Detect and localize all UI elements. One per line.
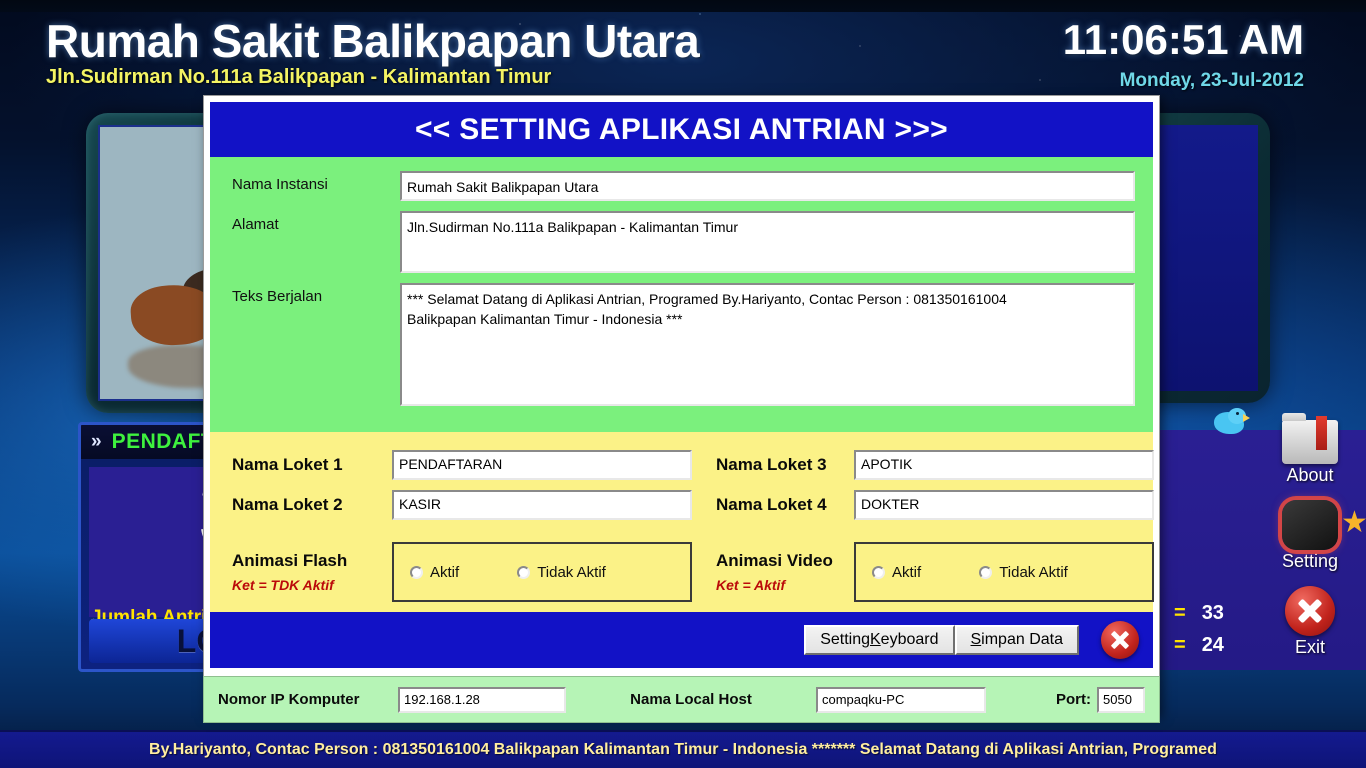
setting-keyboard-pre: Setting <box>820 631 870 648</box>
label-animasi-video: Animasi Video <box>716 551 833 570</box>
label-alamat: Alamat <box>232 216 279 233</box>
field-row-teks-berjalan: Teks Berjalan *** Selamat Datang di Apli… <box>232 283 1135 406</box>
exit-icon <box>1285 586 1335 636</box>
organization-address: Jln.Sudirman No.111a Balikpapan - Kalima… <box>46 66 552 88</box>
input-alamat[interactable]: Jln.Sudirman No.111a Balikpapan - Kalima… <box>400 211 1135 273</box>
right-stat-waiting: = 24 <box>1174 634 1224 657</box>
chevron-right-icon: » <box>91 431 102 452</box>
dialog-title-bar: << SETTING APLIKASI ANTRIAN >>> <box>210 102 1153 157</box>
dock-item-exit[interactable]: Exit <box>1264 586 1356 658</box>
setting-icon: ★ <box>1282 500 1366 550</box>
radio-indicator <box>872 565 885 579</box>
radio-label: Tidak Aktif <box>537 563 606 581</box>
label-teks-berjalan: Teks Berjalan <box>232 288 323 305</box>
settings-dialog: << SETTING APLIKASI ANTRIAN >>> Nama Ins… <box>203 95 1160 715</box>
label-nama-loket-1: Nama Loket 1 <box>232 455 343 474</box>
marquee-text: By.Hariyanto, Contac Person : 0813501610… <box>149 741 1217 758</box>
animasi-video-labels: Animasi Video Ket = Aktif <box>692 551 854 593</box>
input-port[interactable]: 5050 <box>1097 686 1145 713</box>
setting-keyboard-accel: K <box>870 631 881 648</box>
dialog-section-identity: Nama Instansi Rumah Sakit Balikpapan Uta… <box>210 157 1153 432</box>
radio-label: Aktif <box>892 563 922 581</box>
label-nomor-ip: Nomor IP Komputer <box>218 691 360 708</box>
radio-animasi-flash-aktif[interactable]: Aktif <box>410 564 459 581</box>
folder-icon <box>1282 413 1338 464</box>
input-nama-loket-1[interactable]: PENDAFTARAN <box>392 450 692 480</box>
dock-label-exit: Exit <box>1294 637 1325 657</box>
dock-label-setting: Setting <box>1281 551 1339 571</box>
simpan-data-accel: S <box>970 631 982 648</box>
icon-dock: About ★ Setting Exit <box>1264 413 1366 672</box>
dock-item-setting[interactable]: ★ Setting <box>1264 500 1366 572</box>
input-nama-loket-4[interactable]: DOKTER <box>854 490 1154 520</box>
simpan-data-button[interactable]: Simpan Data <box>954 625 1079 655</box>
loket-grid: Nama Loket 1 PENDAFTARAN Nama Loket 3 AP… <box>232 450 1154 520</box>
application-window: Rumah Sakit Balikpapan Utara Jln.Sudirma… <box>0 0 1366 768</box>
radio-animasi-video-aktif[interactable]: Aktif <box>872 564 921 581</box>
label-nama-local-host: Nama Local Host <box>630 691 752 708</box>
label-nama-loket-3: Nama Loket 3 <box>716 455 827 474</box>
marquee-banner: By.Hariyanto, Contac Person : 0813501610… <box>0 730 1366 768</box>
input-nama-instansi[interactable]: Rumah Sakit Balikpapan Utara <box>400 171 1135 201</box>
setting-keyboard-button[interactable]: Setting Keyboard <box>804 625 955 655</box>
field-row-nama-instansi: Nama Instansi Rumah Sakit Balikpapan Uta… <box>232 171 1135 201</box>
app-header: Rumah Sakit Balikpapan Utara Jln.Sudirma… <box>0 8 1366 94</box>
label-nama-loket-2: Nama Loket 2 <box>232 495 343 514</box>
clock-date: Monday, 23-Jul-2012 <box>1119 70 1304 91</box>
radio-indicator <box>979 565 993 579</box>
close-icon[interactable] <box>1101 621 1139 659</box>
radio-animasi-video-tidak-aktif[interactable]: Tidak Aktif <box>979 564 1068 581</box>
label-nama-instansi: Nama Instansi <box>232 176 328 193</box>
ket-animasi-video: Ket = Aktif <box>716 577 786 593</box>
clock-time: 11:06:51 AM <box>1062 16 1304 63</box>
label-nama-loket-4: Nama Loket 4 <box>716 495 827 514</box>
input-nama-local-host[interactable]: compaqku-PC <box>816 686 986 713</box>
radio-label: Aktif <box>430 563 460 581</box>
right-stat-waiting-eq: = <box>1174 634 1186 656</box>
radio-group-animasi-video: Aktif Tidak Aktif <box>854 542 1154 602</box>
radio-group-animasi-flash: Aktif Tidak Aktif <box>392 542 692 602</box>
right-stat-total-eq: = <box>1174 602 1186 624</box>
dialog-title: << SETTING APLIKASI ANTRIAN >>> <box>414 112 948 146</box>
organization-title: Rumah Sakit Balikpapan Utara <box>46 15 700 67</box>
bird-icon <box>1210 408 1250 438</box>
input-nomor-ip[interactable]: 192.168.1.28 <box>398 686 566 713</box>
input-teks-berjalan[interactable]: *** Selamat Datang di Aplikasi Antrian, … <box>400 283 1135 406</box>
label-animasi-flash: Animasi Flash <box>232 551 348 570</box>
dialog-section-loket: Nama Loket 1 PENDAFTARAN Nama Loket 3 AP… <box>210 432 1154 612</box>
radio-indicator <box>410 565 423 579</box>
animasi-flash-labels: Animasi Flash Ket = TDK Aktif <box>232 551 392 593</box>
input-nama-loket-2[interactable]: KASIR <box>392 490 692 520</box>
input-nama-loket-3[interactable]: APOTIK <box>854 450 1154 480</box>
dialog-action-bar: Setting Keyboard Simpan Data <box>210 612 1153 668</box>
field-row-alamat: Alamat Jln.Sudirman No.111a Balikpapan -… <box>232 211 1135 273</box>
setting-keyboard-post: eyboard <box>880 631 939 648</box>
ket-animasi-flash: Ket = TDK Aktif <box>232 577 334 593</box>
right-stat-total: = 33 <box>1174 602 1224 625</box>
animation-settings-row: Animasi Flash Ket = TDK Aktif Aktif Tida… <box>232 542 1154 602</box>
radio-animasi-flash-tidak-aktif[interactable]: Tidak Aktif <box>517 564 606 581</box>
simpan-data-post: impan Data <box>981 631 1063 648</box>
dock-item-about[interactable]: About <box>1264 413 1356 486</box>
radio-label: Tidak Aktif <box>999 563 1068 581</box>
label-port: Port: <box>1056 691 1091 708</box>
dock-label-about: About <box>1286 465 1334 485</box>
radio-indicator <box>517 565 531 579</box>
right-stat-waiting-value: 24 <box>1201 634 1224 656</box>
network-info-strip: Nomor IP Komputer 192.168.1.28 Nama Loca… <box>203 676 1160 723</box>
right-stat-total-value: 33 <box>1201 602 1224 624</box>
